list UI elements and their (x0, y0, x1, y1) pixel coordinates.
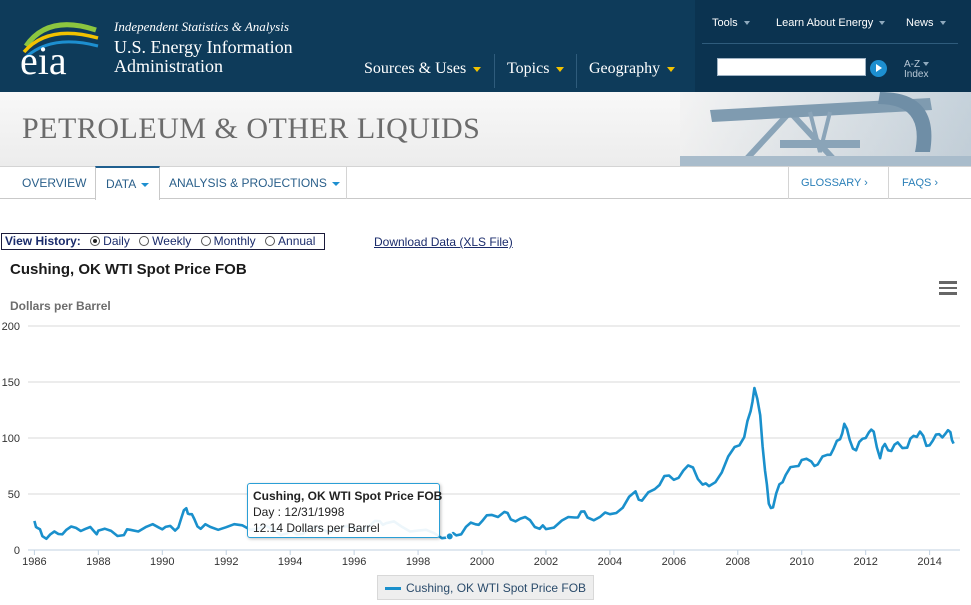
utility-divider (702, 43, 958, 44)
chevron-down-icon (556, 66, 565, 72)
util-tools-label: Tools (712, 17, 738, 29)
chart-legend-item[interactable]: Cushing, OK WTI Spot Price FOB (377, 575, 594, 600)
chevron-down-icon (939, 21, 946, 26)
section-title: PETROLEUM & OTHER LIQUIDS (22, 112, 481, 145)
nav-topics[interactable]: Topics (507, 52, 565, 86)
util-news-label: News (906, 17, 934, 29)
x-tick-label: 2000 (470, 556, 494, 568)
x-tick-label: 1988 (86, 556, 110, 568)
y-tick-label: 200 (2, 321, 20, 333)
site-header: eia Independent Statistics & Analysis U.… (0, 0, 971, 92)
radio-checked-icon (90, 236, 101, 246)
price-chart: 0 50 100 150 200 1986 1988 1990 1992 1994 1996 1998… (2, 321, 960, 568)
x-tick-label: 1996 (342, 556, 366, 568)
x-tick-label: 2010 (789, 556, 813, 568)
nav-topics-label: Topics (507, 60, 550, 77)
download-data-link[interactable]: Download Data (XLS File) (374, 235, 513, 249)
chevron-down-icon (743, 21, 750, 26)
chevron-down-icon (331, 181, 340, 186)
tab-analysis-projections[interactable]: ANALYSIS & PROJECTIONS (159, 167, 350, 199)
hover-marker (445, 532, 454, 541)
legend-label: Cushing, OK WTI Spot Price FOB (406, 581, 587, 595)
az-index-link[interactable]: A-Z Index (904, 60, 929, 80)
tooltip-day: Day : 12/31/1998 (253, 505, 345, 519)
x-tick-label: 1998 (406, 556, 430, 568)
pumpjack-illustration (680, 92, 971, 166)
chevron-down-icon (667, 66, 676, 72)
org-name[interactable]: U.S. Energy Information Administration (114, 38, 293, 76)
util-learn-label: Learn About Energy (776, 17, 874, 29)
radio-icon (265, 236, 276, 246)
radio-icon (139, 236, 150, 246)
tooltip-value: 12.14 Dollars per Barrel (253, 521, 380, 535)
x-tick-label: 2006 (662, 556, 686, 568)
x-tick-label: 2004 (598, 556, 622, 568)
util-learn-about-energy[interactable]: Learn About Energy (776, 17, 886, 29)
glossary-link[interactable]: GLOSSARY › (801, 167, 868, 199)
chevron-down-icon (141, 182, 150, 187)
tab-overview[interactable]: OVERVIEW (12, 167, 96, 199)
nav-divider (494, 54, 495, 88)
chevron-down-icon (473, 66, 482, 72)
view-history-label: View History: (5, 234, 81, 248)
radio-icon (200, 236, 211, 246)
tab-analysis-label: ANALYSIS & PROJECTIONS (169, 176, 327, 190)
nav-divider (576, 54, 577, 88)
nav-sources-uses[interactable]: Sources & Uses (364, 52, 482, 86)
util-news[interactable]: News (906, 17, 946, 29)
chart-tooltip: Cushing, OK WTI Spot Price FOB Day : 12/… (247, 483, 443, 538)
search-go-icon[interactable] (870, 60, 887, 77)
tab-data[interactable]: DATA (95, 166, 161, 200)
radio-weekly[interactable]: Weekly (139, 234, 191, 248)
y-tick-label: 50 (8, 489, 20, 501)
faqs-link[interactable]: FAQS › (902, 167, 938, 199)
index-label: Index (904, 69, 929, 80)
tab-divider (788, 167, 789, 199)
tooltip-title: Cushing, OK WTI Spot Price FOB (253, 489, 443, 503)
x-tick-label: 2002 (534, 556, 558, 568)
chart-menu-icon[interactable] (939, 281, 957, 295)
utility-area (695, 0, 971, 92)
tab-divider (346, 167, 347, 199)
x-tick-label: 2014 (917, 556, 941, 568)
chart-title: Cushing, OK WTI Spot Price FOB (10, 261, 247, 278)
view-history-selector: View History: Daily Weekly Monthly Annua… (1, 233, 325, 250)
x-tick-label: 2008 (726, 556, 750, 568)
radio-annual[interactable]: Annual (265, 234, 315, 248)
tagline: Independent Statistics & Analysis (114, 19, 289, 34)
x-tick-label: 1990 (150, 556, 174, 568)
series-line (33, 386, 955, 541)
svg-text:eia: eia (20, 38, 67, 78)
chevron-down-icon (879, 21, 886, 26)
y-tick-label: 100 (2, 433, 20, 445)
y-tick-label: 150 (2, 377, 20, 389)
nav-geography-label: Geography (589, 60, 661, 77)
util-tools[interactable]: Tools (712, 17, 750, 29)
org-name-line-2: Administration (114, 56, 223, 76)
search-input[interactable] (717, 58, 866, 76)
nav-geography[interactable]: Geography (589, 52, 676, 86)
section-subnav: OVERVIEW DATA ANALYSIS & PROJECTIONS GLO… (0, 166, 971, 200)
x-tick-label: 1994 (278, 556, 302, 568)
org-name-line-1: U.S. Energy Information (114, 37, 293, 57)
eia-logo[interactable]: eia (18, 16, 102, 78)
tab-divider (888, 167, 889, 199)
radio-monthly[interactable]: Monthly (200, 234, 256, 248)
tab-data-label: DATA (106, 177, 137, 191)
nav-sources-uses-label: Sources & Uses (364, 60, 467, 77)
legend-swatch (385, 587, 401, 591)
radio-daily[interactable]: Daily (90, 234, 130, 248)
section-banner: PETROLEUM & OTHER LIQUIDS (0, 92, 971, 166)
x-tick-label: 1992 (214, 556, 238, 568)
x-tick-label: 1986 (22, 556, 46, 568)
y-tick-label: 0 (14, 545, 20, 557)
x-tick-label: 2012 (853, 556, 877, 568)
